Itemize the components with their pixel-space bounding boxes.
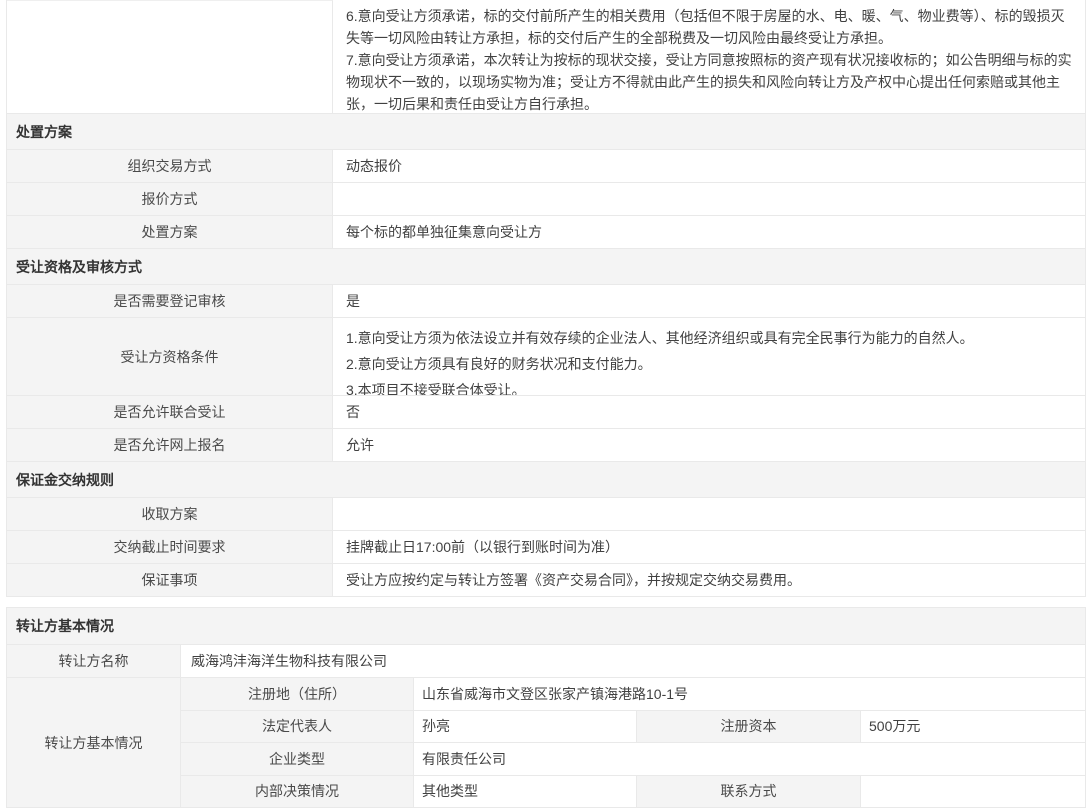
table-row: 处置方案 每个标的都单独征集意向受让方 (7, 215, 1085, 248)
table-row: 转让方名称 威海鸿沣海洋生物科技有限公司 (7, 644, 1085, 677)
field-value: 允许 (333, 429, 1085, 461)
field-label: 是否允许网上报名 (7, 429, 333, 461)
field-label: 内部决策情况 (181, 776, 414, 808)
table-row: 是否需要登记审核 是 (7, 284, 1085, 317)
section-title: 处置方案 (16, 122, 72, 142)
commitment-clause-text: 6.意向受让方须承诺，标的交付前所产生的相关费用（包括但不限于房屋的水、电、暖、… (333, 0, 1085, 113)
field-value: 否 (333, 396, 1085, 428)
section-header-qualification: 受让资格及审核方式 (7, 248, 1085, 284)
transferor-detail-group-row: 转让方基本情况 注册地（住所） 山东省威海市文登区张家产镇海港路10-1号 法定… (7, 677, 1085, 807)
field-label: 是否允许联合受让 (7, 396, 333, 428)
table-row: 6.意向受让方须承诺，标的交付前所产生的相关费用（包括但不限于房屋的水、电、暖、… (7, 0, 1085, 113)
field-label: 交纳截止时间要求 (7, 531, 333, 563)
table-row: 是否允许联合受让 否 (7, 395, 1085, 428)
field-label: 受让方资格条件 (7, 318, 333, 395)
clause-item-6: 6.意向受让方须承诺，标的交付前所产生的相关费用（包括但不限于房屋的水、电、暖、… (346, 5, 1072, 49)
field-value (861, 776, 1085, 808)
field-label: 联系方式 (637, 776, 861, 808)
field-value: 受让方应按约定与转让方签署《资产交易合同》，并按规定交纳交易费用。 (333, 564, 1085, 596)
field-label: 收取方案 (7, 498, 333, 530)
table-row: 收取方案 (7, 497, 1085, 530)
table-row: 报价方式 (7, 182, 1085, 215)
field-value: 孙亮 (414, 711, 637, 743)
transferor-info-table: 转让方基本情况 转让方名称 威海鸿沣海洋生物科技有限公司 转让方基本情况 注册地… (6, 607, 1086, 808)
field-label: 企业类型 (181, 743, 414, 775)
clause-item-7: 7.意向受让方须承诺，本次转让为按标的现状交接，受让方同意按照标的资产现有状况接… (346, 49, 1072, 113)
field-value: 动态报价 (333, 150, 1085, 182)
field-value: 有限责任公司 (414, 743, 1085, 775)
table-row: 法定代表人 孙亮 注册资本 500万元 (181, 710, 1085, 743)
section-title: 保证金交纳规则 (16, 470, 114, 490)
section-title: 受让资格及审核方式 (16, 257, 142, 277)
field-label: 是否需要登记审核 (7, 285, 333, 317)
table-row: 企业类型 有限责任公司 (181, 742, 1085, 775)
section-title: 转让方基本情况 (16, 616, 114, 636)
transferor-name-value: 威海鸿沣海洋生物科技有限公司 (181, 645, 1085, 677)
field-label: 处置方案 (7, 216, 333, 248)
condition-line: 2.意向受让方须具有良好的财务状况和支付能力。 (346, 351, 1072, 377)
field-label: 转让方名称 (7, 645, 181, 677)
table-row: 交纳截止时间要求 挂牌截止日17:00前（以银行到账时间为准） (7, 530, 1085, 563)
field-value: 500万元 (861, 711, 1085, 743)
section-header-disposal: 处置方案 (7, 113, 1085, 149)
field-value: 每个标的都单独征集意向受让方 (333, 216, 1085, 248)
section-header-transferor: 转让方基本情况 (7, 608, 1085, 644)
asset-listing-detail-page: 6.意向受让方须承诺，标的交付前所产生的相关费用（包括但不限于房屋的水、电、暖、… (0, 0, 1092, 809)
field-label: 保证事项 (7, 564, 333, 596)
empty-label-cell (7, 0, 333, 113)
field-value (333, 498, 1085, 530)
qualification-conditions: 1.意向受让方须为依法设立并有效存续的企业法人、其他经济组织或具有完全民事行为能… (333, 318, 1085, 395)
field-value: 是 (333, 285, 1085, 317)
table-gap (0, 597, 1092, 607)
group-label: 转让方基本情况 (7, 678, 181, 807)
table-row: 内部决策情况 其他类型 联系方式 (181, 775, 1085, 808)
condition-line: 1.意向受让方须为依法设立并有效存续的企业法人、其他经济组织或具有完全民事行为能… (346, 325, 1072, 351)
field-value: 其他类型 (414, 776, 637, 808)
table-row: 保证事项 受让方应按约定与转让方签署《资产交易合同》，并按规定交纳交易费用。 (7, 563, 1085, 596)
condition-line: 3.本项目不接受联合体受让。 (346, 377, 1072, 395)
table-row: 受让方资格条件 1.意向受让方须为依法设立并有效存续的企业法人、其他经济组织或具… (7, 317, 1085, 395)
field-label: 注册资本 (637, 711, 861, 743)
section-header-deposit: 保证金交纳规则 (7, 461, 1085, 497)
field-label: 法定代表人 (181, 711, 414, 743)
transferor-detail-subtable: 注册地（住所） 山东省威海市文登区张家产镇海港路10-1号 法定代表人 孙亮 注… (181, 678, 1085, 807)
field-value: 挂牌截止日17:00前（以银行到账时间为准） (333, 531, 1085, 563)
table-row: 注册地（住所） 山东省威海市文登区张家产镇海港路10-1号 (181, 678, 1085, 710)
field-label: 组织交易方式 (7, 150, 333, 182)
field-label: 报价方式 (7, 183, 333, 215)
table-row: 组织交易方式 动态报价 (7, 149, 1085, 182)
field-value (333, 183, 1085, 215)
listing-terms-table: 6.意向受让方须承诺，标的交付前所产生的相关费用（包括但不限于房屋的水、电、暖、… (6, 0, 1086, 597)
field-value: 山东省威海市文登区张家产镇海港路10-1号 (414, 678, 1085, 710)
field-label: 注册地（住所） (181, 678, 414, 710)
table-row: 是否允许网上报名 允许 (7, 428, 1085, 461)
